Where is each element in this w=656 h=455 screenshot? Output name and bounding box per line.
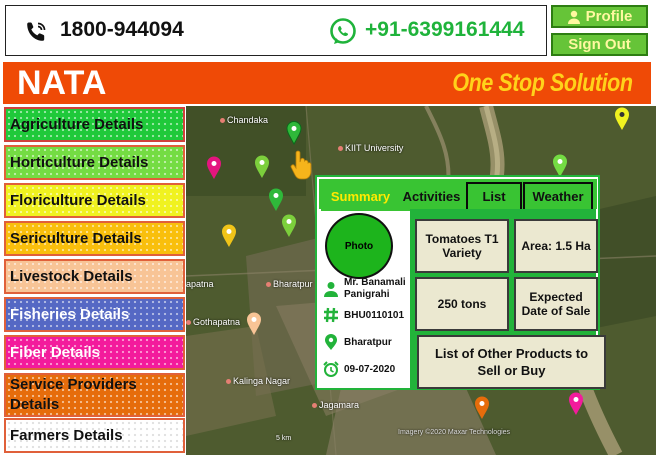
- brand-tagline: One Stop Solution: [452, 69, 634, 97]
- map-label: apatna: [186, 279, 214, 289]
- sidebar-item-service-providers[interactable]: Service Providers Details: [4, 373, 185, 417]
- map-scale: 5 km: [276, 435, 292, 442]
- tab-activities[interactable]: Activities: [397, 182, 466, 211]
- sidebar-item-floriculture[interactable]: Floriculture Details: [4, 183, 185, 218]
- sidebar-item-label: Farmers Details: [10, 427, 123, 444]
- crop-variety-card: Tomatoes T1 Variety: [415, 219, 509, 273]
- map-label: Chandaka: [220, 115, 268, 125]
- farmer-id: BHU0110101: [344, 309, 405, 321]
- map-pin-icon[interactable]: [286, 121, 302, 145]
- map-pin-icon[interactable]: [221, 224, 237, 248]
- sidebar-item-label: Sericulture Details: [10, 230, 142, 247]
- map-pin-icon[interactable]: [568, 392, 584, 416]
- sale-date-card: Expected Date of Sale: [514, 277, 598, 331]
- sidebar-item-horticulture[interactable]: Horticulture Details: [4, 145, 185, 180]
- map-label: Jagamara: [312, 400, 359, 410]
- sidebar-item-label: Fiber Details: [10, 344, 101, 361]
- map-pin-icon[interactable]: [206, 156, 222, 180]
- sidebar-item-label: Livestock Details: [10, 268, 133, 285]
- hand-cursor-icon: [290, 150, 312, 180]
- phone-icon: [27, 22, 46, 41]
- map-pin-icon[interactable]: [246, 312, 262, 336]
- location-row: Bharatpur: [323, 334, 392, 350]
- whatsapp-number[interactable]: +91-6399161444: [365, 18, 524, 42]
- sidebar-item-sericulture[interactable]: Sericulture Details: [4, 221, 185, 256]
- farmer-location: Bharatpur: [344, 336, 392, 348]
- panel-tabs: Summary Activities List Weather: [319, 179, 597, 211]
- contact-bar: 1800-944094 +91-6399161444: [5, 5, 547, 56]
- farmer-photo[interactable]: Photo: [325, 213, 393, 279]
- sidebar-item-label: Horticulture Details: [10, 154, 149, 171]
- alarm-clock-icon: [323, 361, 339, 377]
- whatsapp-icon[interactable]: [328, 17, 358, 47]
- sign-out-button[interactable]: Sign Out: [551, 33, 648, 56]
- farmer-id-row: BHU0110101: [323, 307, 404, 323]
- other-products-button[interactable]: List of Other Products to Sell or Buy: [417, 335, 606, 389]
- sidebar-item-label: Floriculture Details: [10, 192, 146, 209]
- brand-title: NATA: [17, 64, 107, 102]
- person-icon: [567, 10, 580, 24]
- map-pin-icon[interactable]: [268, 188, 284, 212]
- map-label: Kalinga Nagar: [226, 376, 290, 386]
- helpline-number[interactable]: 1800-944094: [60, 18, 184, 42]
- map-pin-icon[interactable]: [254, 155, 270, 179]
- map-pin-icon[interactable]: [614, 107, 630, 131]
- sidebar-item-livestock[interactable]: Livestock Details: [4, 259, 185, 294]
- map-label: Gothapatna: [186, 317, 240, 327]
- map-pin-icon[interactable]: [281, 214, 297, 238]
- sidebar-item-agriculture[interactable]: Agriculture Details: [4, 107, 185, 142]
- farmer-detail-panel: Summary Activities List Weather Photo Mr…: [315, 175, 606, 390]
- date-row: 09-07-2020: [323, 361, 395, 377]
- profile-button[interactable]: Profile: [551, 5, 648, 28]
- tab-summary[interactable]: Summary: [321, 182, 400, 211]
- sign-out-label: Sign Out: [568, 36, 631, 53]
- sidebar-item-label: Service Providers Details: [10, 376, 137, 413]
- person-icon: [324, 282, 338, 297]
- tab-list[interactable]: List: [466, 182, 522, 211]
- farmer-name: Mr. Banamali Panigrahi: [344, 277, 406, 300]
- map-label: KIIT University: [338, 143, 403, 153]
- sidebar-item-label: Agriculture Details: [10, 116, 144, 133]
- tab-weather[interactable]: Weather: [523, 182, 593, 211]
- record-date: 09-07-2020: [344, 363, 396, 375]
- quantity-card: 250 tons: [415, 277, 509, 331]
- location-pin-icon: [325, 334, 337, 350]
- sidebar-item-farmers[interactable]: Farmers Details: [4, 418, 185, 453]
- summary-grid: Tomatoes T1 Variety Area: 1.5 Ha 250 ton…: [410, 209, 606, 390]
- profile-label: Profile: [585, 8, 633, 25]
- sidebar-item-fiber[interactable]: Fiber Details: [4, 335, 185, 370]
- map-label: Bharatpur: [266, 279, 313, 289]
- farmer-name-row: Mr. Banamali Panigrahi: [323, 277, 411, 301]
- area-card: Area: 1.5 Ha: [514, 219, 598, 273]
- map-attribution: Imagery ©2020 Maxar Technologies: [398, 429, 511, 436]
- sidebar-item-label: Fisheries Details: [10, 306, 130, 323]
- sidebar-item-fisheries[interactable]: Fisheries Details: [4, 297, 185, 332]
- map-pin-icon[interactable]: [474, 396, 490, 420]
- brand-banner: NATA One Stop Solution: [3, 62, 651, 104]
- hash-icon: [324, 307, 338, 323]
